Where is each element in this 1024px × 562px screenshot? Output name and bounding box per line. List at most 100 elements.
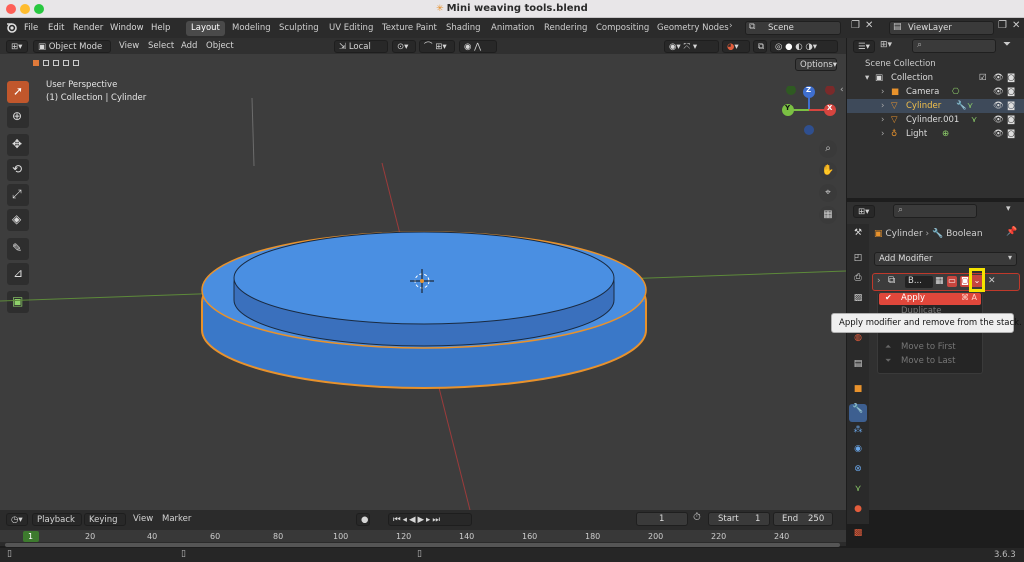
tab-layout[interactable]: Layout bbox=[186, 21, 225, 36]
outliner-row-camera[interactable]: › ■ Camera ⎔ 👁 ◙ bbox=[847, 85, 1024, 99]
boolean-modifier-panel[interactable]: › ⧉ B... ▦ ▭ ◙ ✕ bbox=[872, 273, 1020, 291]
zoom-view-icon[interactable]: ⌕ bbox=[819, 140, 837, 158]
render-camera-icon[interactable]: ◙ bbox=[1007, 113, 1015, 127]
world-tab-icon[interactable]: ◍ bbox=[849, 333, 867, 351]
remove-modifier-icon[interactable]: ✕ bbox=[988, 276, 996, 286]
outliner-editor-type-button[interactable]: ☰▾ bbox=[853, 40, 875, 53]
tab-shading[interactable]: Shading bbox=[441, 21, 486, 36]
stopwatch-icon[interactable]: ⏱ bbox=[693, 512, 701, 523]
outliner-search-input[interactable]: ⌕ bbox=[912, 39, 996, 53]
render-camera-icon[interactable]: ◙ bbox=[1007, 71, 1015, 85]
constraints-tab-icon[interactable]: ⊗ bbox=[849, 464, 867, 482]
collection-checkbox[interactable]: ☑ bbox=[979, 71, 987, 85]
ruler-tick: 1 bbox=[28, 532, 34, 541]
tabs-overflow-icon[interactable]: › bbox=[729, 21, 733, 31]
camera-view-icon[interactable]: ⌖ bbox=[819, 184, 837, 202]
tab-compositing[interactable]: Compositing bbox=[591, 21, 654, 36]
scene-selector[interactable]: ⧉ Scene bbox=[745, 21, 841, 35]
menu-window[interactable]: Window bbox=[110, 18, 144, 38]
perspective-toggle-grid-icon[interactable]: ▦ bbox=[819, 206, 837, 224]
visibility-eye-icon[interactable]: 👁 bbox=[993, 127, 1004, 141]
tool-tab-icon[interactable]: ⚒ bbox=[849, 228, 867, 246]
end-frame-field[interactable]: End 250 bbox=[773, 512, 833, 526]
expand-chevron-icon[interactable]: › bbox=[881, 99, 884, 113]
tab-uv-editing[interactable]: UV Editing bbox=[324, 21, 378, 36]
view-layer-tab-icon[interactable]: ▨ bbox=[849, 293, 867, 311]
pin-icon[interactable]: 📌 bbox=[1006, 227, 1017, 237]
tab-rendering[interactable]: Rendering bbox=[539, 21, 592, 36]
cylinder-mesh[interactable] bbox=[201, 231, 647, 389]
expand-chevron-icon[interactable]: › bbox=[881, 127, 884, 141]
tab-sculpting[interactable]: Sculpting bbox=[274, 21, 324, 36]
start-frame-field[interactable]: Start 1 bbox=[708, 512, 770, 526]
menu-render[interactable]: Render bbox=[73, 18, 103, 38]
visibility-eye-icon[interactable]: 👁 bbox=[993, 85, 1004, 99]
current-frame-field[interactable]: 1 bbox=[636, 512, 688, 526]
outliner-display-mode-icon[interactable]: ⊞▾ bbox=[880, 40, 894, 53]
modifier-tab-wrench-icon[interactable]: 🔧 bbox=[849, 404, 867, 422]
outliner-row-scene-collection[interactable]: Scene Collection bbox=[847, 57, 1024, 71]
expand-chevron-icon[interactable]: ▾ bbox=[865, 71, 869, 85]
modifier-name-field[interactable]: B... bbox=[905, 276, 933, 288]
navigation-gizmo[interactable]: Z X Y bbox=[781, 85, 841, 138]
outliner-row-light[interactable]: › ♁ Light ⊕ 👁 ◙ bbox=[847, 127, 1024, 141]
particles-tab-icon[interactable]: ⁂ bbox=[849, 425, 867, 443]
playback-menu[interactable]: Playback ▾ bbox=[32, 513, 82, 538]
scene-close-icon[interactable]: ✕ bbox=[865, 20, 873, 31]
visibility-eye-icon[interactable]: 👁 bbox=[993, 99, 1004, 113]
collection-tab-icon[interactable]: ▤ bbox=[849, 359, 867, 377]
tab-animation[interactable]: Animation bbox=[486, 21, 539, 36]
collapse-chevron-icon[interactable]: › bbox=[877, 276, 881, 286]
menu-item-move-to-first[interactable]: ⏶ Move to First bbox=[879, 342, 981, 354]
material-tab-icon[interactable]: ● bbox=[849, 504, 867, 522]
render-camera-icon[interactable]: ◙ bbox=[1007, 85, 1015, 99]
tab-texture-paint[interactable]: Texture Paint bbox=[377, 21, 442, 36]
properties-options-icon[interactable]: ▾ bbox=[1006, 204, 1011, 214]
add-modifier-dropdown[interactable]: Add Modifier ▾ bbox=[874, 252, 1017, 266]
timeline-menu-marker[interactable]: Marker bbox=[162, 513, 191, 526]
visibility-eye-icon[interactable]: 👁 bbox=[993, 113, 1004, 127]
menu-item-move-to-last[interactable]: ⏷ Move to Last bbox=[879, 356, 981, 368]
visibility-eye-icon[interactable]: 👁 bbox=[993, 71, 1004, 85]
outliner-row-collection[interactable]: ▾ ▣ Collection ☑ 👁 ◙ bbox=[847, 71, 1024, 85]
expand-chevron-icon[interactable]: › bbox=[881, 85, 884, 99]
tab-modeling[interactable]: Modeling bbox=[227, 21, 276, 36]
record-button[interactable]: ● bbox=[356, 513, 370, 526]
properties-search-input[interactable]: ⌕ bbox=[893, 204, 977, 218]
pan-view-hand-icon[interactable]: ✋ bbox=[819, 162, 837, 180]
texture-tab-icon[interactable]: ▩ bbox=[849, 528, 867, 546]
tab-geometry-nodes[interactable]: Geometry Nodes bbox=[652, 21, 734, 36]
object-tab-icon[interactable]: ■ bbox=[849, 384, 867, 402]
view-layer-browse-icon[interactable]: ❐ bbox=[998, 20, 1007, 31]
editmode-toggle-icon[interactable]: ▦ bbox=[935, 276, 944, 286]
view-layer-selector[interactable]: ▤ ViewLayer bbox=[889, 21, 994, 35]
keying-menu[interactable]: Keying ▾ bbox=[84, 513, 126, 538]
timeline-editor-type-button[interactable]: ◷▾ bbox=[6, 513, 28, 526]
outliner-row-cylinder-001[interactable]: › ▽ Cylinder.001 ⋎ 👁 ◙ bbox=[847, 113, 1024, 127]
menu-help[interactable]: Help bbox=[151, 18, 170, 38]
timeline-menu-view[interactable]: View bbox=[133, 513, 153, 526]
search-icon: ⌕ bbox=[898, 205, 904, 215]
jump-end-icon: ⏭ bbox=[432, 515, 442, 525]
properties-editor-type-button[interactable]: ⊞▾ bbox=[853, 205, 875, 218]
modifier-extras-dropdown-button[interactable]: ⌄ bbox=[972, 275, 982, 287]
output-tab-icon[interactable]: ⎙ bbox=[849, 273, 867, 291]
outliner-filter-icon[interactable]: ⏷ bbox=[1003, 39, 1011, 50]
data-tab-icon[interactable]: ⋎ bbox=[849, 484, 867, 502]
outliner-row-cylinder[interactable]: › ▽ Cylinder 🔧 ⋎ 👁 ◙ bbox=[847, 99, 1024, 113]
scene-browse-icon[interactable]: ❐ bbox=[851, 20, 860, 31]
viewport-display-icon[interactable]: ▭ bbox=[947, 276, 957, 287]
timeline-scrollbar[interactable] bbox=[5, 543, 840, 547]
menu-edit[interactable]: Edit bbox=[48, 18, 64, 38]
physics-tab-icon[interactable]: ◉ bbox=[849, 444, 867, 462]
blender-logo-icon[interactable] bbox=[6, 21, 18, 34]
render-camera-icon[interactable]: ◙ bbox=[1007, 99, 1015, 113]
playback-controls[interactable]: ⏮◂◀▶▸⏭ bbox=[388, 513, 472, 526]
render-tab-icon[interactable]: ◰ bbox=[849, 253, 867, 271]
menu-file[interactable]: File bbox=[24, 18, 38, 38]
render-camera-icon[interactable]: ◙ bbox=[1007, 127, 1015, 141]
menu-item-apply[interactable]: ✔ Apply ⌘ A bbox=[879, 293, 981, 305]
expand-chevron-icon[interactable]: › bbox=[881, 113, 884, 127]
view-layer-close-icon[interactable]: ✕ bbox=[1012, 20, 1020, 31]
gizmo-y-label: Y bbox=[785, 104, 791, 112]
